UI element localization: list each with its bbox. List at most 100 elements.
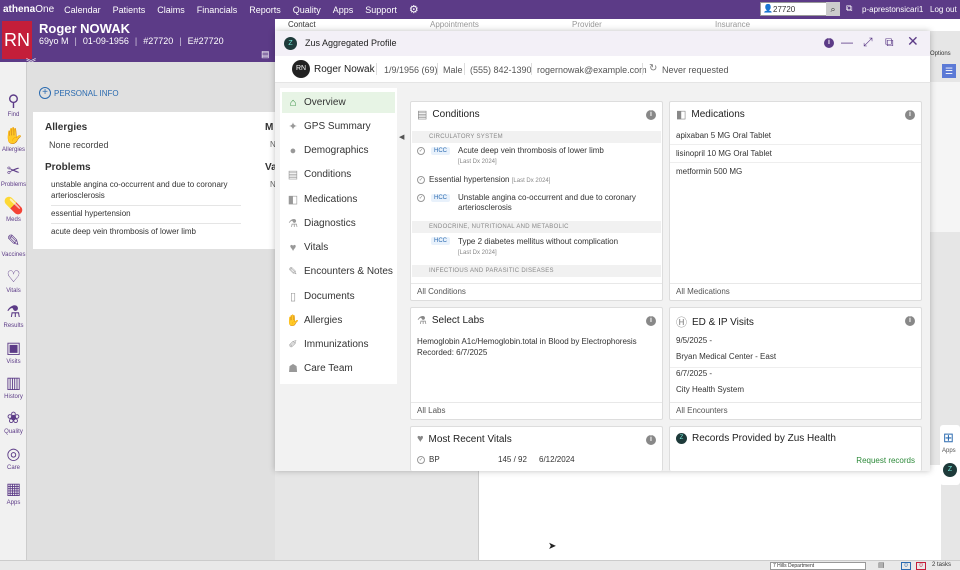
condition-item[interactable]: Unstable angina co-occurrent and due to …	[458, 193, 658, 213]
info-icon[interactable]: i	[905, 110, 915, 120]
nav-immunizations[interactable]: ✐ Immunizations	[282, 334, 395, 355]
check-circle-icon: ✓	[417, 194, 425, 202]
external-link-icon[interactable]: ⧉	[846, 3, 852, 14]
mouse-cursor-icon: ➤	[548, 541, 557, 552]
nav-allergies[interactable]: ✋ Allergies	[282, 310, 395, 331]
options-link[interactable]: Options	[930, 51, 951, 57]
personal-info-toggle[interactable]: + PERSONAL INFO	[39, 87, 119, 99]
nav-financials[interactable]: Financials	[191, 5, 244, 15]
nav-claims[interactable]: Claims	[151, 5, 191, 15]
search-icon[interactable]: ⌕	[826, 2, 840, 16]
nav-diagnostics[interactable]: ⚗ Diagnostics	[282, 213, 395, 234]
tasks-link[interactable]: 2 tasks	[932, 562, 951, 568]
all-labs-link[interactable]: All Labs	[417, 406, 445, 415]
all-conditions-link[interactable]: All Conditions	[417, 287, 466, 296]
nav-medications[interactable]: ◧ Medications	[282, 189, 395, 210]
medication-item[interactable]: lisinopril 10 MG Oral Tablet	[676, 149, 772, 158]
nav-care-team[interactable]: ☗ Care Team	[282, 358, 395, 379]
sidebar-item-visits[interactable]: ▣ Visits	[0, 339, 27, 365]
info-icon[interactable]: i	[905, 316, 915, 326]
condition-item[interactable]: Essential hypertension [Last Dx 2024]	[429, 175, 659, 186]
problem-item[interactable]: unstable angina co-occurrent and due to …	[51, 179, 241, 206]
zus-logo-icon: Z	[676, 433, 687, 444]
logout-link[interactable]: Log out	[930, 5, 957, 14]
tab-provider[interactable]: Provider	[572, 20, 602, 29]
visits-heading: Ⓗ ED & IP Visits	[676, 314, 754, 330]
card-icon[interactable]: ▤	[261, 49, 270, 60]
visit-item[interactable]: 6/7/2025 - City Health System	[676, 366, 744, 398]
background-panel	[930, 82, 960, 232]
info-icon[interactable]: i	[646, 435, 656, 445]
condition-item[interactable]: Type 2 diabetes mellitus without complic…	[458, 237, 658, 258]
refresh-icon[interactable]: ↻	[649, 63, 657, 74]
nav-calendar[interactable]: Calendar	[58, 5, 107, 15]
sidebar-item-care[interactable]: ◎ Care	[0, 445, 27, 471]
condition-item[interactable]: Acute deep vein thrombosis of lower limb…	[458, 146, 658, 167]
nav-conditions[interactable]: ▤ Conditions	[282, 164, 395, 185]
all-encounters-link[interactable]: All Encounters	[676, 406, 728, 415]
zus-logo-icon[interactable]: Z	[943, 463, 957, 477]
info-icon[interactable]: i	[824, 38, 834, 48]
patient-avatar[interactable]: RN	[2, 21, 32, 59]
nav-quality[interactable]: Quality	[287, 5, 327, 15]
sidebar-item-vaccines[interactable]: ✎ Vaccines	[0, 232, 27, 258]
nav-vitals[interactable]: ♥ Vitals	[282, 237, 395, 258]
username[interactable]: p-aprestonsicari1	[862, 5, 923, 14]
problem-item[interactable]: essential hypertension	[51, 208, 241, 224]
flask-icon: ⚗	[288, 218, 298, 230]
sidebar-item-apps[interactable]: ▦ Apps	[0, 480, 27, 506]
nav-support[interactable]: Support	[359, 5, 403, 15]
athena-logo[interactable]: athenaOne	[0, 4, 58, 15]
problem-item[interactable]: acute deep vein thrombosis of lower limb	[51, 226, 241, 241]
condition-group-header: ENDOCRINE, NUTRITIONAL AND METABOLIC	[412, 221, 661, 233]
lab-item[interactable]: Hemoglobin A1c/Hemoglobin.total in Blood…	[417, 336, 657, 358]
sidebar-item-vitals[interactable]: ♡ Vitals	[0, 268, 27, 294]
sidebar-item-find[interactable]: ⚲ Find	[0, 92, 27, 118]
info-icon[interactable]: i	[646, 316, 656, 326]
top-navigation: athenaOne Calendar Patients Claims Finan…	[0, 0, 960, 19]
nav-reports[interactable]: Reports	[243, 5, 287, 15]
sparkle-icon: ✦	[288, 121, 298, 133]
hcc-badge: HCC	[431, 147, 450, 155]
gear-icon[interactable]: ⚙	[403, 3, 425, 16]
collapse-nav-icon[interactable]: ◀	[399, 133, 404, 141]
medications-heading: ◧ Medications	[676, 109, 745, 121]
sidebar-item-meds[interactable]: 💊 Meds	[0, 197, 27, 223]
nav-patients[interactable]: Patients	[107, 5, 152, 15]
nav-demographics[interactable]: ● Demographics	[282, 140, 395, 161]
count-badge[interactable]: 0	[901, 562, 911, 570]
medication-item[interactable]: apixaban 5 MG Oral Tablet	[676, 131, 771, 140]
sidebar-item-problems[interactable]: ✂ Problems	[0, 162, 27, 188]
vitals-card: ♥ Most Recent Vitals i ✓ BP 145 / 92 6/12…	[410, 426, 663, 471]
info-icon[interactable]: i	[646, 110, 656, 120]
close-icon[interactable]: ✕	[907, 33, 919, 50]
tab-appointments[interactable]: Appointments	[430, 20, 479, 29]
printer-icon[interactable]: ▤	[878, 561, 885, 569]
sidebar-item-quality[interactable]: ❀ Quality	[0, 409, 27, 435]
nav-gps-summary[interactable]: ✦ GPS Summary	[282, 116, 395, 137]
sidebar-item-history[interactable]: ▥ History	[0, 374, 27, 400]
nav-documents[interactable]: ▯ Documents	[282, 286, 395, 307]
nav-encounters-notes[interactable]: ✎ Encounters & Notes	[282, 261, 395, 282]
patient-sex: Male	[443, 65, 463, 75]
nav-apps[interactable]: Apps	[327, 5, 360, 15]
all-medications-link[interactable]: All Medications	[676, 287, 730, 296]
medication-item[interactable]: metformin 500 MG	[676, 167, 742, 176]
minimize-icon[interactable]: —	[841, 35, 853, 49]
patient-enterprise-id: E#27720	[187, 36, 224, 46]
pill-icon: 💊	[3, 198, 24, 215]
conditions-heading: ▤ Conditions	[417, 109, 480, 121]
tab-insurance[interactable]: Insurance	[715, 20, 750, 29]
nav-overview[interactable]: ⌂ Overview	[282, 92, 395, 113]
visit-item[interactable]: 9/5/2025 - Bryan Medical Center - East	[676, 333, 776, 365]
expand-icon[interactable]: ⤢	[863, 35, 873, 50]
apps-grid-icon[interactable]: ⊞	[943, 430, 954, 446]
sidebar-item-allergies[interactable]: ✋ Allergies	[0, 127, 27, 153]
popout-icon[interactable]: ⧉	[885, 35, 894, 50]
tab-contact[interactable]: Contact	[288, 20, 316, 29]
request-records-link[interactable]: Request records	[856, 456, 915, 465]
sidebar-item-results[interactable]: ⚗ Results	[0, 303, 27, 329]
hamburger-menu-icon[interactable]: ☰	[942, 64, 956, 78]
alert-count-badge[interactable]: 0	[916, 562, 926, 570]
department-select[interactable]: 7 Hills Department	[770, 562, 866, 570]
